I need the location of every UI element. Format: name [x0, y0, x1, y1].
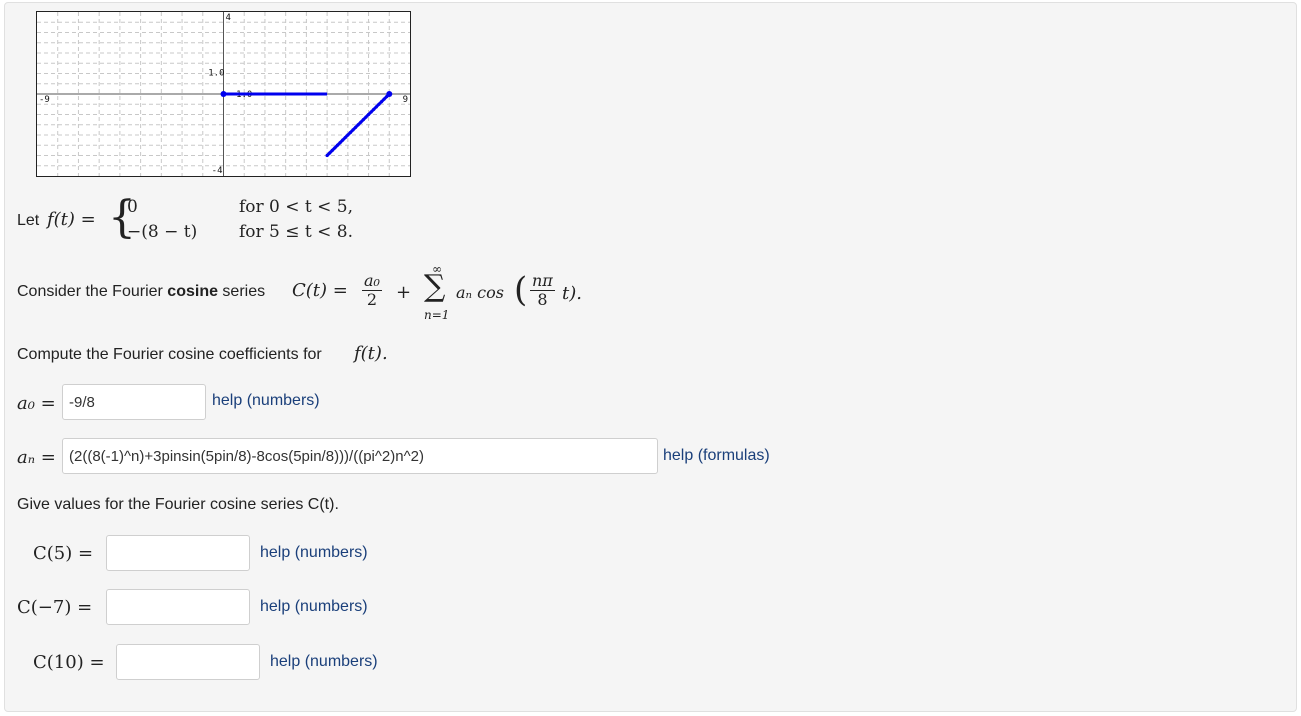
consider-post: series: [217, 283, 266, 300]
case1-condition: for 0 < t < 5,: [239, 197, 354, 217]
c5-input[interactable]: [106, 535, 250, 571]
plot-point: [361, 118, 365, 122]
cm7-label: C(−7) =: [17, 597, 93, 618]
eight-denominator: 8: [537, 290, 548, 309]
plot-point: [330, 148, 334, 152]
plot-point: [369, 110, 373, 114]
a0-input[interactable]: [62, 384, 206, 420]
case2-condition: for 5 ≤ t < 8.: [239, 222, 354, 242]
npi-over-8: nπ 8: [530, 272, 555, 309]
compute-label: Compute the Fourier cosine coefficients …: [17, 346, 322, 363]
plot-point: [346, 133, 350, 137]
sum-symbol: ∑: [424, 269, 446, 304]
case1-expr: 0: [127, 197, 138, 217]
plot-point: [379, 100, 384, 104]
a0-label: a₀ =: [17, 393, 56, 414]
f-lhs: f(t) =: [47, 209, 96, 230]
plot-point: [351, 128, 355, 132]
tick-label-ymin: -4: [212, 166, 223, 176]
tick-label-xmax: 9: [403, 95, 408, 105]
plot-point: [377, 102, 381, 106]
c10-input[interactable]: [116, 644, 260, 680]
plot-point: [382, 97, 386, 101]
an-cos: aₙ cos: [456, 283, 504, 302]
plot-point: [338, 141, 342, 145]
plot-point: [341, 138, 345, 142]
c10-help-link[interactable]: help (numbers): [270, 653, 378, 671]
give-values-text: Give values for the Fourier cosine serie…: [17, 496, 339, 513]
plot-point: [354, 125, 358, 129]
case2-expr: −(8 − t): [127, 222, 198, 242]
consider-text: Consider the Fourier cosine series: [17, 283, 265, 301]
plot-point: [366, 112, 371, 117]
graph-svg: -994-41.01.0: [37, 12, 410, 176]
a0-numerator: a₀: [362, 271, 382, 291]
plot-point: [364, 115, 368, 119]
a0-help-link[interactable]: help (numbers): [212, 392, 320, 410]
an-label: aₙ =: [17, 447, 56, 468]
npi-numerator: nπ: [530, 271, 555, 291]
plot-point: [335, 143, 340, 147]
plot-point: [343, 135, 347, 140]
cm7-help-link[interactable]: help (numbers): [260, 598, 368, 616]
plot-point: [348, 130, 353, 135]
sum-lower: n=1: [424, 308, 450, 322]
t-close: t).: [562, 283, 582, 304]
plot-point: [359, 120, 363, 124]
tick-label-ymax: 4: [226, 13, 231, 23]
compute-text: Compute the Fourier cosine coefficients …: [17, 346, 322, 364]
let-label: Let: [17, 212, 40, 229]
tick-label-xmin: -9: [39, 95, 50, 105]
plot-endpoint-end: [386, 91, 393, 97]
plot-point: [325, 153, 329, 158]
c5-help-link[interactable]: help (numbers): [260, 544, 368, 562]
c10-label: C(10) =: [33, 652, 105, 673]
consider-pre: Consider the Fourier: [17, 283, 168, 300]
a0-over-2: a₀ 2: [362, 272, 382, 309]
cm7-input[interactable]: [106, 589, 250, 625]
c5-label: C(5) =: [33, 543, 94, 564]
plot-point: [328, 151, 332, 155]
c-lhs: C(t) =: [292, 280, 348, 301]
plot-point: [356, 123, 360, 127]
f-lhs-text: f(t) =: [47, 209, 96, 230]
a0-denominator: 2: [366, 290, 378, 309]
plot-point: [333, 146, 337, 150]
function-graph: -994-41.01.0: [36, 11, 411, 177]
an-help-link[interactable]: help (formulas): [663, 447, 770, 465]
plot-point: [374, 105, 378, 109]
an-input[interactable]: [62, 438, 658, 474]
plot-endpoint-start: [220, 91, 227, 97]
plot-point: [372, 107, 376, 111]
plus-sign: +: [396, 282, 412, 303]
tick-label-y1: 1.0: [208, 69, 224, 79]
compute-f: f(t).: [354, 343, 388, 364]
open-paren: (: [514, 270, 528, 310]
consider-bold: cosine: [167, 283, 218, 300]
